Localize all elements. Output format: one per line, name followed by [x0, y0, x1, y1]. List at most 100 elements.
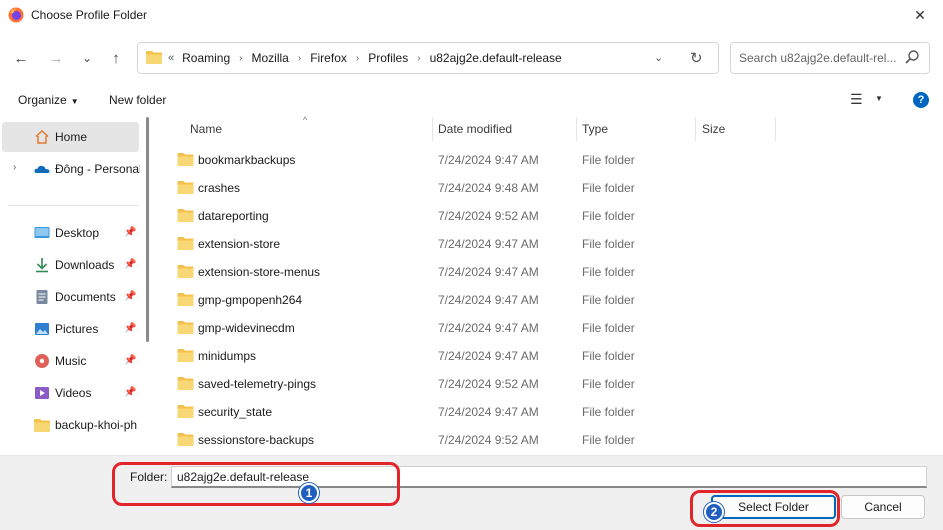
- forward-arrow-icon: →: [48, 49, 64, 67]
- file-type: File folder: [582, 209, 635, 223]
- expand-chevron-icon[interactable]: ›: [13, 162, 16, 173]
- breadcrumb-firefox[interactable]: Firefox: [310, 51, 347, 65]
- view-caret-icon[interactable]: ▼: [875, 94, 883, 103]
- address-bar[interactable]: « Roaming › Mozilla › Firefox › Profiles…: [137, 42, 719, 74]
- address-dropdown-icon[interactable]: ⌄: [654, 51, 663, 64]
- sidebar-item-label: Đông - Personal: [55, 162, 140, 176]
- cancel-button[interactable]: Cancel: [841, 495, 925, 519]
- column-headers: ^ Name Date modified Type Size: [156, 115, 943, 141]
- help-icon[interactable]: ?: [913, 92, 929, 108]
- file-type: File folder: [582, 433, 635, 447]
- file-date-modified: 7/24/2024 9:47 AM: [438, 293, 539, 307]
- table-row[interactable]: security_state 7/24/2024 9:47 AM File fold…: [170, 397, 790, 425]
- title-bar: Choose Profile Folder ✕: [0, 0, 943, 31]
- file-name: datareporting: [198, 209, 269, 223]
- sidebar-item-videos[interactable]: Videos 📌: [2, 378, 139, 408]
- sidebar-item-onedrive[interactable]: › Đông - Personal: [2, 154, 140, 184]
- file-name: crashes: [198, 181, 241, 195]
- organize-label: Organize: [18, 93, 67, 107]
- folder-icon: [34, 419, 50, 432]
- forward-button[interactable]: →: [44, 47, 68, 69]
- file-name: minidumps: [198, 349, 257, 363]
- overflow-crumbs-icon[interactable]: «: [168, 52, 174, 64]
- file-type: File folder: [582, 153, 635, 167]
- sidebar-item-music[interactable]: Music 📌: [2, 346, 139, 376]
- new-folder-button[interactable]: New folder: [109, 93, 166, 107]
- organize-menu[interactable]: Organize ▼: [18, 93, 79, 107]
- table-row[interactable]: gmp-widevinecdm 7/24/2024 9:47 AM File fol…: [170, 313, 790, 341]
- breadcrumb-separator-icon[interactable]: ›: [239, 53, 242, 64]
- downloads-icon: [36, 258, 48, 273]
- breadcrumb-separator-icon[interactable]: ›: [417, 53, 420, 64]
- close-icon: ✕: [914, 7, 926, 23]
- window-title: Choose Profile Folder: [31, 8, 148, 22]
- column-divider[interactable]: [775, 117, 776, 141]
- folder-icon: [177, 377, 194, 390]
- table-row[interactable]: gmp-gmpopenh264 7/24/2024 9:47 AM File fol…: [170, 285, 790, 313]
- sidebar-item-desktop[interactable]: Desktop 📌: [2, 218, 139, 248]
- table-row[interactable]: extension-store 7/24/2024 9:47 AM File fol…: [170, 229, 790, 257]
- sidebar-item-label: backup-khoi-ph: [55, 418, 138, 432]
- refresh-icon[interactable]: ↻: [690, 49, 703, 67]
- breadcrumb-profiles[interactable]: Profiles: [368, 51, 408, 65]
- back-button[interactable]: ←: [9, 47, 33, 69]
- desktop-icon: [34, 227, 50, 238]
- chevron-down-icon: ⌄: [81, 51, 93, 65]
- file-name: sessionstore-backups: [198, 433, 315, 447]
- file-date-modified: 7/24/2024 9:47 AM: [438, 153, 539, 167]
- file-date-modified: 7/24/2024 9:47 AM: [438, 265, 539, 279]
- highlight-folder-field: [112, 462, 400, 506]
- table-row[interactable]: minidumps 7/24/2024 9:47 AM File folder: [170, 341, 790, 369]
- column-header-type[interactable]: Type: [582, 122, 608, 136]
- column-header-date[interactable]: Date modified: [438, 122, 512, 136]
- column-divider[interactable]: [695, 117, 696, 141]
- table-row[interactable]: saved-telemetry-pings 7/24/2024 9:52 AM Fi…: [170, 369, 790, 397]
- breadcrumb-roaming[interactable]: Roaming: [182, 51, 230, 65]
- sort-ascending-icon: ^: [303, 115, 308, 125]
- sidebar-item-documents[interactable]: Documents 📌: [2, 282, 139, 312]
- folder-icon: [177, 293, 194, 306]
- sidebar-item-home[interactable]: Home: [2, 122, 139, 152]
- folder-icon: [177, 181, 194, 194]
- videos-icon: [35, 387, 49, 399]
- table-row[interactable]: extension-store-menus 7/24/2024 9:47 AM Fi…: [170, 257, 790, 285]
- search-input[interactable]: Search u82ajg2e.default-rel...: [730, 42, 930, 74]
- sidebar-scrollbar-thumb[interactable]: [146, 117, 149, 342]
- pictures-icon: [35, 323, 49, 335]
- folder-icon: [177, 321, 194, 334]
- column-divider[interactable]: [576, 117, 577, 141]
- column-header-size[interactable]: Size: [702, 122, 725, 136]
- file-type: File folder: [582, 265, 635, 279]
- folder-icon: [177, 405, 194, 418]
- step-marker-2: 2: [704, 502, 724, 522]
- sidebar-item-downloads[interactable]: Downloads 📌: [2, 250, 139, 280]
- breadcrumb-current-folder[interactable]: u82ajg2e.default-release: [430, 51, 562, 65]
- navigation-pane: Home › Đông - Personal Desktop 📌 Downloa…: [0, 117, 154, 455]
- view-options-icon[interactable]: ☰: [850, 91, 863, 108]
- file-name: bookmarkbackups: [198, 153, 296, 167]
- recent-locations-button[interactable]: ⌄: [75, 47, 99, 69]
- sidebar-item-pictures[interactable]: Pictures 📌: [2, 314, 139, 344]
- up-button[interactable]: ↑: [104, 47, 128, 69]
- table-row[interactable]: sessionstore-backups 7/24/2024 9:52 AM Fil…: [170, 425, 790, 453]
- file-date-modified: 7/24/2024 9:47 AM: [438, 405, 539, 419]
- file-date-modified: 7/24/2024 9:52 AM: [438, 433, 539, 447]
- step-marker-1: 1: [299, 483, 319, 503]
- close-button[interactable]: ✕: [897, 0, 943, 31]
- folder-icon: [177, 349, 194, 362]
- folder-icon: [177, 153, 194, 166]
- table-row[interactable]: datareporting 7/24/2024 9:52 AM File folde…: [170, 201, 790, 229]
- breadcrumb-mozilla[interactable]: Mozilla: [252, 51, 289, 65]
- table-row[interactable]: crashes 7/24/2024 9:48 AM File folder: [170, 173, 790, 201]
- column-header-name[interactable]: Name: [190, 122, 222, 136]
- file-date-modified: 7/24/2024 9:47 AM: [438, 349, 539, 363]
- file-type: File folder: [582, 237, 635, 251]
- sidebar-item-backup-khoi-ph[interactable]: backup-khoi-ph: [2, 410, 139, 440]
- table-row[interactable]: bookmarkbackups 7/24/2024 9:47 AM File fol…: [170, 145, 790, 173]
- file-type: File folder: [582, 293, 635, 307]
- file-list: ^ Name Date modified Type Size bookmarkb…: [156, 115, 943, 455]
- navigation-bar: ← → ⌄ ↑ « Roaming › Mozilla › Firefox › …: [0, 31, 943, 85]
- breadcrumb-separator-icon[interactable]: ›: [356, 53, 359, 64]
- column-divider[interactable]: [432, 117, 433, 141]
- breadcrumb-separator-icon[interactable]: ›: [298, 53, 301, 64]
